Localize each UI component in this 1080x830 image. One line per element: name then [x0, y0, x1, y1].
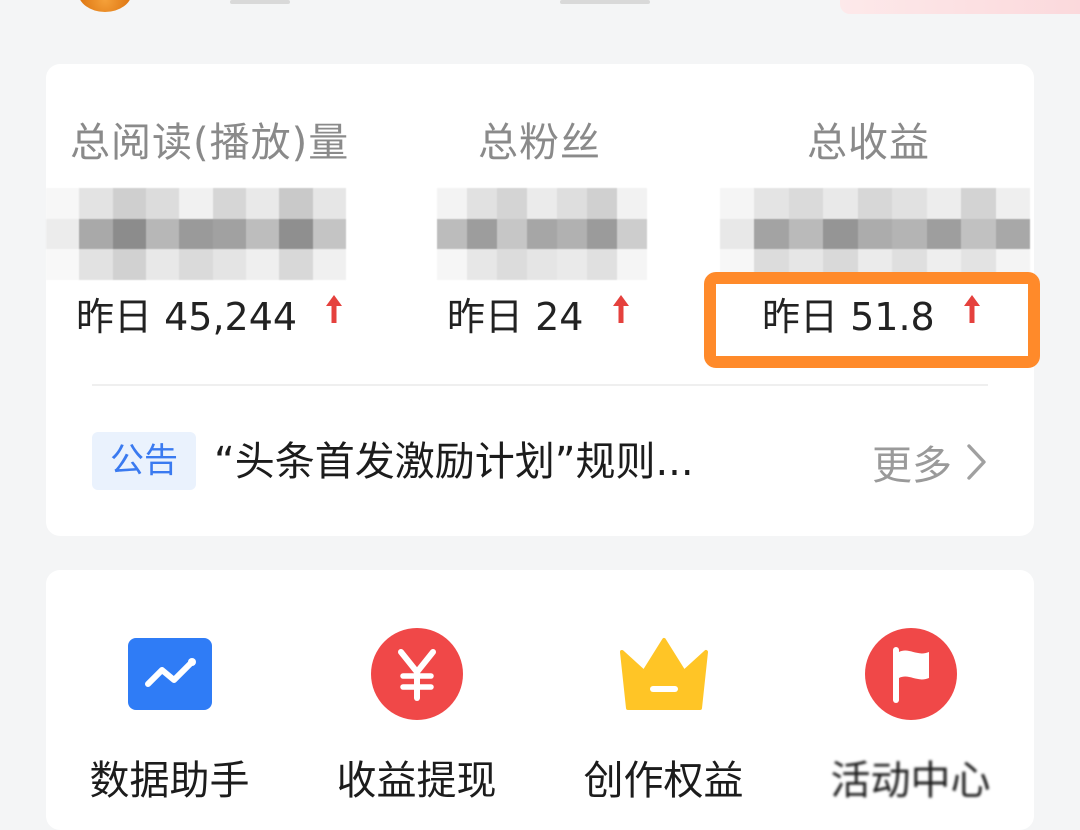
notice-bar[interactable]: 公告 “头条首发激励计划”规则... 更多	[92, 426, 988, 496]
header-faint-text	[230, 0, 290, 4]
yesterday-prefix: 昨日	[76, 295, 153, 339]
stat-total-fans[interactable]: 总粉丝 昨日 24	[375, 64, 704, 364]
yuan-coin-icon	[370, 628, 463, 720]
tool-label: 收益提现	[336, 758, 497, 804]
tool-label: 活动中心	[830, 758, 991, 804]
avatar[interactable]	[78, 0, 132, 12]
masked-value	[46, 188, 346, 280]
yesterday-value: 24	[535, 295, 584, 339]
notice-more-label: 更多	[872, 443, 952, 489]
tool-data-assistant[interactable]: 数据助手	[46, 570, 293, 830]
yesterday-value: 45,244	[164, 295, 298, 339]
notice-tag: 公告	[92, 432, 196, 490]
stat-total-reads[interactable]: 总阅读(播放)量 昨日 45,244	[46, 64, 375, 364]
trend-up-icon	[326, 295, 343, 323]
notice-text[interactable]: “头条首发激励计划”规则...	[214, 434, 794, 490]
tool-earnings-withdraw[interactable]: 收益提现	[293, 570, 540, 830]
trend-up-icon	[612, 295, 629, 323]
header-faint-text	[560, 0, 650, 4]
header-banner[interactable]	[840, 0, 1080, 14]
flag-icon	[864, 628, 957, 720]
tool-label: 创作权益	[583, 758, 744, 804]
tool-creator-benefits[interactable]: 创作权益	[540, 570, 787, 830]
data-chart-icon	[127, 638, 212, 710]
tools-card: 数据助手 收益提现 创作权益 活动中心	[46, 570, 1034, 830]
stat-label: 总粉丝	[478, 120, 601, 166]
yesterday-prefix: 昨日	[447, 295, 524, 339]
masked-value	[720, 188, 1030, 280]
masked-value	[437, 188, 647, 280]
tool-label: 数据助手	[89, 758, 250, 804]
stat-label: 总收益	[807, 120, 930, 166]
notice-more-link[interactable]: 更多	[872, 432, 988, 492]
earnings-highlight-frame	[704, 272, 1040, 368]
stat-label: 总阅读(播放)量	[70, 120, 350, 166]
tool-activity-center[interactable]: 活动中心	[787, 570, 1034, 830]
chevron-right-icon	[967, 444, 986, 480]
yesterday-reads: 昨日 45,244	[76, 286, 405, 341]
stats-card: 总阅读(播放)量 昨日 45,244 总粉丝 昨日 24 总收益 昨日 51.8…	[46, 64, 1040, 536]
crown-icon	[619, 638, 708, 710]
divider	[92, 384, 988, 386]
